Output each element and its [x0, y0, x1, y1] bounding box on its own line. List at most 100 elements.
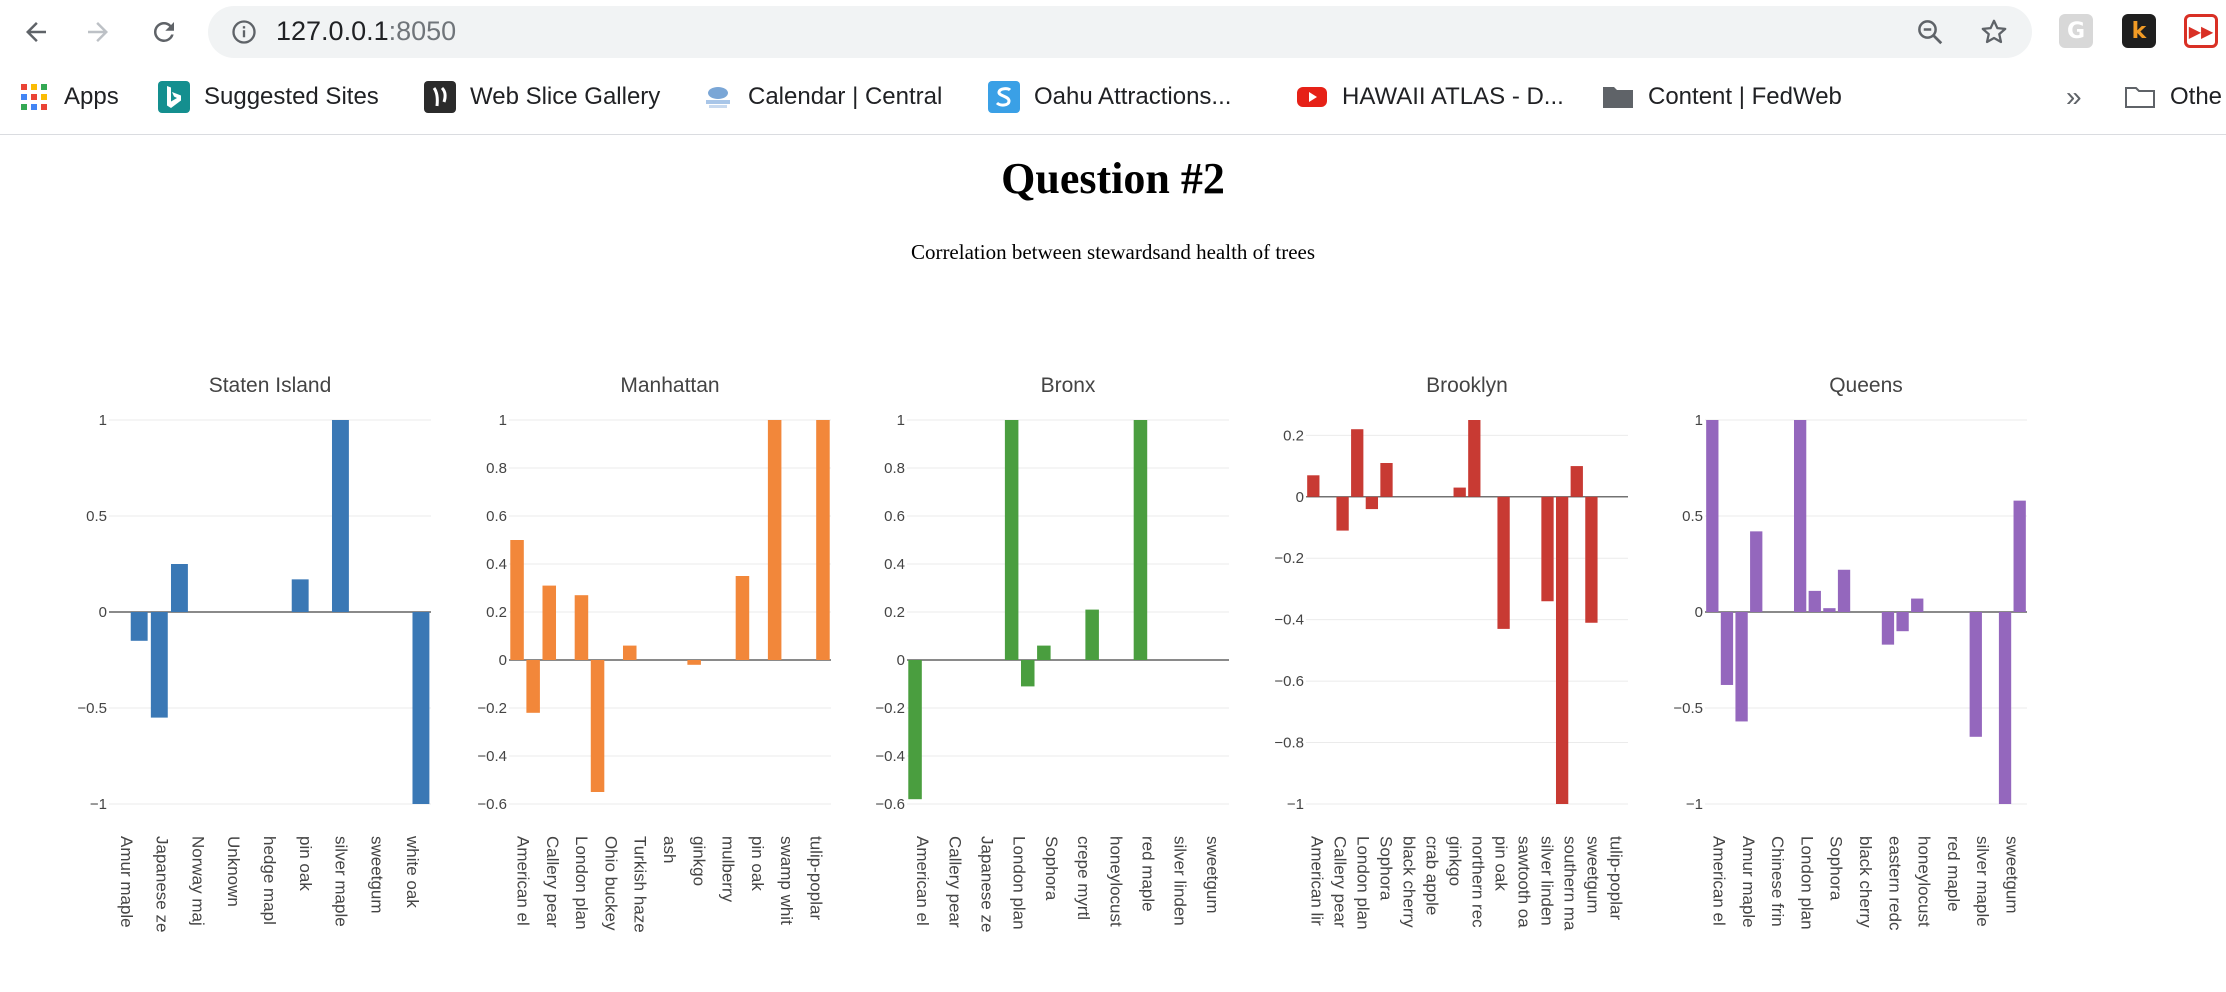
x-tick-label: American lir: [1308, 836, 1327, 926]
y-tick-label: −0.4: [477, 748, 507, 765]
bar: [170, 564, 188, 612]
bar: [816, 420, 830, 660]
y-tick-label: 1: [897, 412, 905, 429]
x-tick-label: crab apple: [1423, 836, 1442, 915]
extension-fast-forward-icon[interactable]: ▶▶: [2184, 14, 2218, 48]
bookmarks-overflow-button[interactable]: »: [2066, 79, 2082, 115]
extension-k-icon[interactable]: k: [2122, 14, 2156, 48]
y-tick-label: 0: [99, 604, 107, 621]
x-tick-label: tulip-poplar: [1607, 836, 1626, 920]
y-tick-label: −0.5: [1673, 700, 1703, 717]
x-tick-label: sawtooth oa: [1515, 836, 1534, 928]
reload-button[interactable]: [146, 14, 182, 50]
bar: [1380, 463, 1393, 497]
bookmark-label: HAWAII ATLAS - D...: [1342, 83, 1564, 110]
y-tick-label: 0: [1296, 489, 1304, 506]
bookmark-suggested-sites[interactable]: Suggested Sites: [158, 79, 379, 115]
bar: [574, 595, 589, 660]
address-bar[interactable]: 127.0.0.1:8050: [208, 6, 2032, 58]
bar: [1881, 612, 1895, 645]
bookmark-hawaii-atlas[interactable]: HAWAII ATLAS - D...: [1296, 79, 1564, 115]
apps-grid-icon: [18, 81, 50, 113]
bar: [1706, 420, 1719, 612]
y-tick-label: −0.5: [77, 700, 107, 717]
forward-arrow-icon: [88, 22, 108, 42]
charts-figure: Staten Island 1 0.5 0 −0.5 −1 Amur maple Japane…: [77, 374, 2027, 933]
bookmark-label: Apps: [64, 83, 119, 110]
bookmarks-bar: Apps Suggested Sites Web Slice Gallery C…: [0, 64, 2226, 135]
x-tick-label: Chinese frin: [1768, 836, 1787, 927]
y-tick-label: −1: [1686, 796, 1703, 813]
chart-title: Staten Island: [209, 374, 332, 397]
youtube-icon: [1296, 81, 1328, 113]
bookmark-label: Suggested Sites: [204, 83, 379, 110]
x-tick-label: Callery pear: [1331, 836, 1350, 928]
zoom-out-icon[interactable]: [1914, 16, 1946, 48]
x-tick-label: American el: [1710, 836, 1729, 926]
bookmark-oahu-attractions[interactable]: Oahu Attractions...: [988, 79, 1231, 115]
bar: [1004, 420, 1019, 660]
x-tick-label: northern rec: [1469, 836, 1488, 928]
bar: [1020, 660, 1035, 687]
bar: [291, 579, 309, 612]
x-tick-label: silver maple: [332, 836, 351, 927]
x-tick-label: red maple: [1944, 836, 1963, 912]
y-tick-label: −0.8: [1274, 735, 1304, 752]
x-tick-label: white oak: [403, 835, 422, 908]
x-tick-label: silver maple: [1973, 836, 1992, 927]
x-tick-label: Japanese ze: [978, 836, 997, 932]
bar: [1541, 496, 1554, 602]
x-tick-label: Japanese ze: [153, 836, 172, 932]
x-tick-label: honeylocust: [1915, 836, 1934, 927]
back-button[interactable]: [18, 14, 54, 50]
y-tick-label: 0.2: [884, 604, 905, 621]
site-info-icon[interactable]: [228, 16, 260, 48]
bar: [1351, 429, 1364, 497]
bar: [1823, 608, 1836, 612]
chart-title: Queens: [1829, 374, 1903, 397]
bar: [908, 660, 922, 800]
bar: [1808, 590, 1821, 612]
bookmark-content-fedweb[interactable]: Content | FedWeb: [1602, 79, 1842, 115]
url-host: 127.0.0.1: [276, 16, 389, 46]
bar: [1793, 420, 1807, 612]
bar: [1336, 496, 1349, 531]
bar: [1307, 475, 1320, 497]
bookmark-calendar-central[interactable]: Calendar | Central: [702, 79, 942, 115]
bar: [767, 420, 782, 660]
bookmark-label: Content | FedWeb: [1648, 83, 1842, 110]
forward-button[interactable]: [80, 14, 116, 50]
x-tick-label: American el: [913, 836, 932, 926]
bar: [1555, 496, 1569, 804]
extension-g-icon[interactable]: G: [2059, 14, 2093, 48]
y-tick-label: −0.6: [875, 796, 905, 813]
x-tick-label: London plan: [1354, 836, 1373, 930]
y-tick-label: −0.6: [477, 796, 507, 813]
chart-title: Brooklyn: [1426, 374, 1508, 397]
url-text[interactable]: 127.0.0.1:8050: [276, 16, 456, 47]
y-tick-label: 0.2: [1283, 427, 1304, 444]
x-tick-label: sweetgum: [367, 836, 386, 913]
bookmark-apps[interactable]: Apps: [18, 79, 119, 115]
x-tick-label: sweetgum: [1584, 836, 1603, 913]
y-tick-label: 0.5: [86, 508, 107, 525]
chart-title: Bronx: [1041, 374, 1096, 397]
x-tick-label: London plan: [572, 836, 591, 930]
bar: [1365, 496, 1379, 510]
bar: [412, 612, 430, 804]
x-tick-label: swamp whit: [777, 836, 796, 925]
y-tick-label: −0.4: [875, 748, 905, 765]
y-tick-label: −1: [1287, 796, 1304, 813]
bar: [687, 660, 701, 665]
bar: [526, 660, 540, 713]
bookmark-label: Othe: [2170, 83, 2223, 110]
bar: [1497, 496, 1510, 629]
bookmark-web-slice-gallery[interactable]: Web Slice Gallery: [424, 79, 660, 115]
bookmark-other[interactable]: Othe: [2124, 79, 2222, 115]
x-tick-label: pin oak: [748, 836, 767, 891]
bookmark-star-icon[interactable]: [1978, 16, 2010, 48]
x-tick-label: Amur maple: [117, 836, 136, 928]
x-tick-label: Sophora: [1827, 836, 1846, 901]
x-tick-label: ginkgo: [689, 836, 708, 886]
bar: [1453, 487, 1466, 497]
